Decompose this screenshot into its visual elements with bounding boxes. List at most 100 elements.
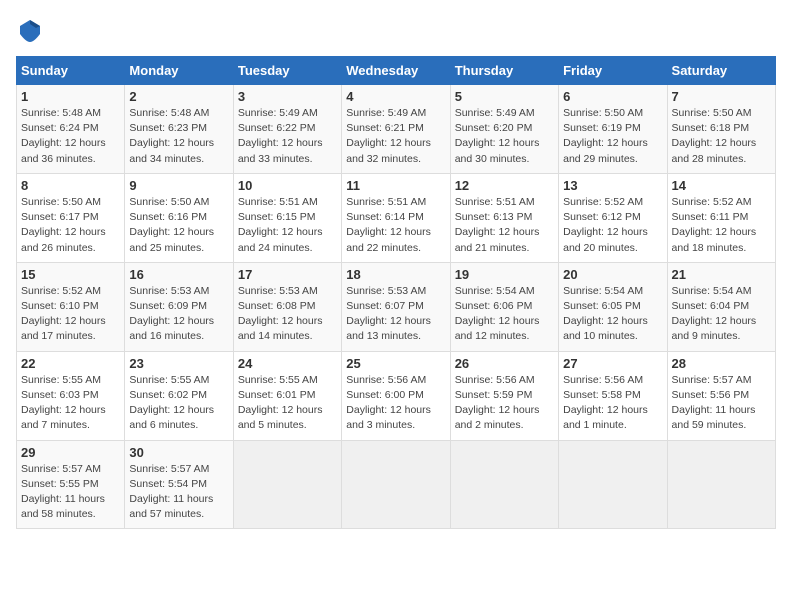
day-info: Sunrise: 5:55 AMSunset: 6:02 PMDaylight:…: [129, 373, 228, 434]
day-info: Sunrise: 5:52 AMSunset: 6:11 PMDaylight:…: [672, 195, 771, 256]
day-number: 26: [455, 356, 554, 371]
calendar-cell: [559, 440, 667, 529]
day-number: 7: [672, 89, 771, 104]
day-number: 21: [672, 267, 771, 282]
calendar-cell: 27 Sunrise: 5:56 AMSunset: 5:58 PMDayligh…: [559, 351, 667, 440]
day-info: Sunrise: 5:54 AMSunset: 6:04 PMDaylight:…: [672, 284, 771, 345]
day-info: Sunrise: 5:49 AMSunset: 6:20 PMDaylight:…: [455, 106, 554, 167]
day-number: 12: [455, 178, 554, 193]
day-info: Sunrise: 5:50 AMSunset: 6:18 PMDaylight:…: [672, 106, 771, 167]
day-number: 2: [129, 89, 228, 104]
calendar-cell: 30 Sunrise: 5:57 AMSunset: 5:54 PMDayligh…: [125, 440, 233, 529]
calendar-cell: 14 Sunrise: 5:52 AMSunset: 6:11 PMDayligh…: [667, 173, 775, 262]
column-header-thursday: Thursday: [450, 57, 558, 85]
day-number: 27: [563, 356, 662, 371]
calendar-cell: 4 Sunrise: 5:49 AMSunset: 6:21 PMDaylight…: [342, 85, 450, 174]
day-info: Sunrise: 5:53 AMSunset: 6:07 PMDaylight:…: [346, 284, 445, 345]
calendar-cell: 7 Sunrise: 5:50 AMSunset: 6:18 PMDaylight…: [667, 85, 775, 174]
day-info: Sunrise: 5:49 AMSunset: 6:21 PMDaylight:…: [346, 106, 445, 167]
day-number: 10: [238, 178, 337, 193]
day-info: Sunrise: 5:48 AMSunset: 6:24 PMDaylight:…: [21, 106, 120, 167]
day-info: Sunrise: 5:49 AMSunset: 6:22 PMDaylight:…: [238, 106, 337, 167]
day-info: Sunrise: 5:57 AMSunset: 5:56 PMDaylight:…: [672, 373, 771, 434]
column-header-friday: Friday: [559, 57, 667, 85]
day-number: 3: [238, 89, 337, 104]
calendar-cell: [233, 440, 341, 529]
column-header-monday: Monday: [125, 57, 233, 85]
day-number: 30: [129, 445, 228, 460]
day-info: Sunrise: 5:53 AMSunset: 6:09 PMDaylight:…: [129, 284, 228, 345]
day-number: 16: [129, 267, 228, 282]
calendar-cell: 3 Sunrise: 5:49 AMSunset: 6:22 PMDaylight…: [233, 85, 341, 174]
day-info: Sunrise: 5:54 AMSunset: 6:05 PMDaylight:…: [563, 284, 662, 345]
column-header-wednesday: Wednesday: [342, 57, 450, 85]
calendar-cell: 17 Sunrise: 5:53 AMSunset: 6:08 PMDayligh…: [233, 262, 341, 351]
calendar-week-0: 1Sunrise: 5:48 AMSunset: 6:24 PMDaylight…: [17, 85, 776, 174]
calendar-cell: 18 Sunrise: 5:53 AMSunset: 6:07 PMDayligh…: [342, 262, 450, 351]
page-header: [16, 16, 776, 44]
calendar-week-2: 15 Sunrise: 5:52 AMSunset: 6:10 PMDayligh…: [17, 262, 776, 351]
day-info: Sunrise: 5:51 AMSunset: 6:14 PMDaylight:…: [346, 195, 445, 256]
calendar-cell: 24 Sunrise: 5:55 AMSunset: 6:01 PMDayligh…: [233, 351, 341, 440]
calendar-cell: 2 Sunrise: 5:48 AMSunset: 6:23 PMDaylight…: [125, 85, 233, 174]
day-info: Sunrise: 5:52 AMSunset: 6:10 PMDaylight:…: [21, 284, 120, 345]
day-number: 14: [672, 178, 771, 193]
day-info: Sunrise: 5:54 AMSunset: 6:06 PMDaylight:…: [455, 284, 554, 345]
day-number: 6: [563, 89, 662, 104]
day-info: Sunrise: 5:51 AMSunset: 6:15 PMDaylight:…: [238, 195, 337, 256]
day-info: Sunrise: 5:50 AMSunset: 6:17 PMDaylight:…: [21, 195, 120, 256]
logo: [16, 16, 48, 44]
column-header-saturday: Saturday: [667, 57, 775, 85]
calendar-cell: 23 Sunrise: 5:55 AMSunset: 6:02 PMDayligh…: [125, 351, 233, 440]
calendar-cell: 19 Sunrise: 5:54 AMSunset: 6:06 PMDayligh…: [450, 262, 558, 351]
calendar-cell: 5 Sunrise: 5:49 AMSunset: 6:20 PMDaylight…: [450, 85, 558, 174]
calendar-cell: 25Sunrise: 5:56 AMSunset: 6:00 PMDayligh…: [342, 351, 450, 440]
calendar-week-1: 8 Sunrise: 5:50 AMSunset: 6:17 PMDaylight…: [17, 173, 776, 262]
day-info: Sunrise: 5:48 AMSunset: 6:23 PMDaylight:…: [129, 106, 228, 167]
calendar-cell: 10 Sunrise: 5:51 AMSunset: 6:15 PMDayligh…: [233, 173, 341, 262]
day-info: Sunrise: 5:53 AMSunset: 6:08 PMDaylight:…: [238, 284, 337, 345]
calendar-cell: 22 Sunrise: 5:55 AMSunset: 6:03 PMDayligh…: [17, 351, 125, 440]
calendar-cell: [667, 440, 775, 529]
day-info: Sunrise: 5:52 AMSunset: 6:12 PMDaylight:…: [563, 195, 662, 256]
day-info: Sunrise: 5:51 AMSunset: 6:13 PMDaylight:…: [455, 195, 554, 256]
day-number: 19: [455, 267, 554, 282]
day-info: Sunrise: 5:50 AMSunset: 6:16 PMDaylight:…: [129, 195, 228, 256]
day-number: 8: [21, 178, 120, 193]
calendar-cell: 20 Sunrise: 5:54 AMSunset: 6:05 PMDayligh…: [559, 262, 667, 351]
calendar-cell: 15 Sunrise: 5:52 AMSunset: 6:10 PMDayligh…: [17, 262, 125, 351]
day-number: 23: [129, 356, 228, 371]
day-number: 24: [238, 356, 337, 371]
day-number: 18: [346, 267, 445, 282]
day-number: 11: [346, 178, 445, 193]
calendar-header-row: SundayMondayTuesdayWednesdayThursdayFrid…: [17, 57, 776, 85]
calendar-cell: 28Sunrise: 5:57 AMSunset: 5:56 PMDayligh…: [667, 351, 775, 440]
day-number: 13: [563, 178, 662, 193]
day-number: 22: [21, 356, 120, 371]
day-number: 17: [238, 267, 337, 282]
column-header-sunday: Sunday: [17, 57, 125, 85]
logo-icon: [16, 16, 44, 44]
calendar-cell: 1Sunrise: 5:48 AMSunset: 6:24 PMDaylight…: [17, 85, 125, 174]
day-info: Sunrise: 5:57 AMSunset: 5:54 PMDaylight:…: [129, 462, 228, 523]
day-info: Sunrise: 5:55 AMSunset: 6:01 PMDaylight:…: [238, 373, 337, 434]
day-number: 4: [346, 89, 445, 104]
calendar-cell: 6Sunrise: 5:50 AMSunset: 6:19 PMDaylight…: [559, 85, 667, 174]
day-number: 15: [21, 267, 120, 282]
calendar-cell: 11 Sunrise: 5:51 AMSunset: 6:14 PMDayligh…: [342, 173, 450, 262]
day-info: Sunrise: 5:55 AMSunset: 6:03 PMDaylight:…: [21, 373, 120, 434]
day-number: 20: [563, 267, 662, 282]
calendar-cell: 12 Sunrise: 5:51 AMSunset: 6:13 PMDayligh…: [450, 173, 558, 262]
day-number: 29: [21, 445, 120, 460]
column-header-tuesday: Tuesday: [233, 57, 341, 85]
day-info: Sunrise: 5:56 AMSunset: 5:58 PMDaylight:…: [563, 373, 662, 434]
calendar-cell: 8 Sunrise: 5:50 AMSunset: 6:17 PMDaylight…: [17, 173, 125, 262]
day-number: 25: [346, 356, 445, 371]
calendar-cell: 29 Sunrise: 5:57 AMSunset: 5:55 PMDayligh…: [17, 440, 125, 529]
calendar-cell: 16 Sunrise: 5:53 AMSunset: 6:09 PMDayligh…: [125, 262, 233, 351]
calendar-cell: [450, 440, 558, 529]
calendar-week-3: 22 Sunrise: 5:55 AMSunset: 6:03 PMDayligh…: [17, 351, 776, 440]
calendar-cell: 26Sunrise: 5:56 AMSunset: 5:59 PMDayligh…: [450, 351, 558, 440]
day-number: 5: [455, 89, 554, 104]
day-info: Sunrise: 5:57 AMSunset: 5:55 PMDaylight:…: [21, 462, 120, 523]
